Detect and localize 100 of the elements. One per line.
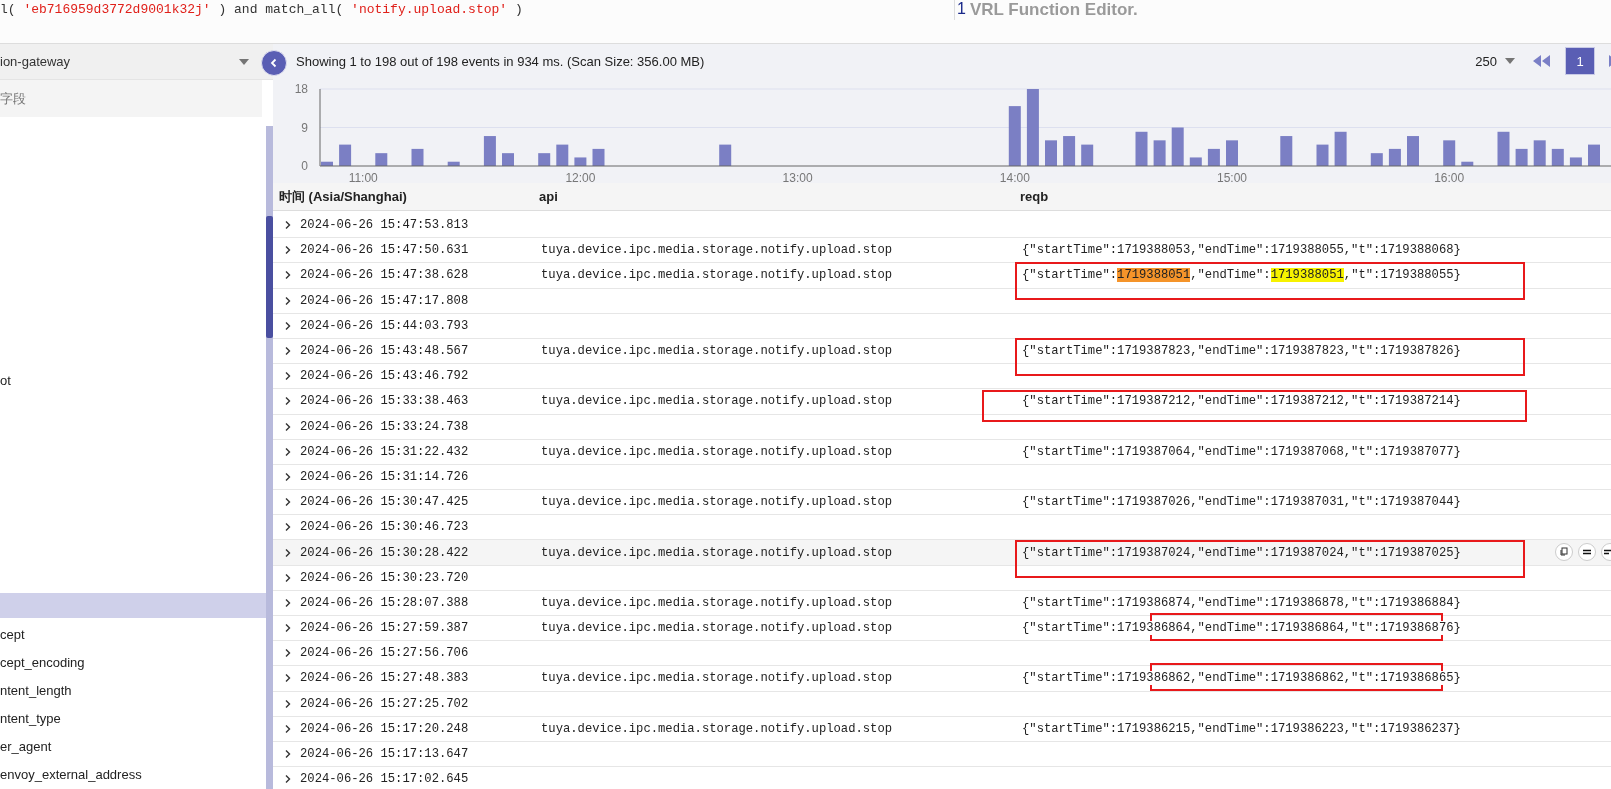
query-editor[interactable]: l( 'eb716959d3772d9001k32j' ) and match_all( 'notify.upload.stop' ) bbox=[0, 0, 955, 20]
table-row[interactable]: 2024-06-26 15:43:48.567 tuya.device.ipc.media.storage.notify.upload.stop {"startTime":1719387823,"endTime":1719387823,"t":1719387826} bbox=[273, 338, 1611, 365]
histogram-bar[interactable] bbox=[1316, 144, 1329, 166]
histogram-bar[interactable] bbox=[1171, 127, 1184, 166]
histogram-bar[interactable] bbox=[574, 157, 587, 166]
histogram-bar[interactable] bbox=[1515, 148, 1528, 166]
histogram-bar[interactable] bbox=[1135, 131, 1148, 166]
histogram-bar[interactable] bbox=[1461, 161, 1474, 166]
table-row[interactable]: 2024-06-26 15:30:47.425 tuya.device.ipc.media.storage.notify.upload.stop {"startTime":1719387026,"endTime":1719387031,"t":1719387044} bbox=[273, 490, 1611, 516]
equals-icon[interactable] bbox=[1578, 543, 1596, 562]
field-item[interactable]: ntent_type bbox=[0, 705, 266, 733]
histogram-bar[interactable] bbox=[1207, 148, 1220, 166]
histogram-bar[interactable] bbox=[483, 136, 496, 166]
expand-chevron-icon[interactable] bbox=[284, 295, 292, 306]
histogram-bar[interactable] bbox=[1280, 136, 1293, 166]
table-row[interactable]: 2024-06-26 15:31:14.726 bbox=[273, 464, 1611, 491]
histogram-bar[interactable] bbox=[1008, 106, 1021, 166]
expand-chevron-icon[interactable] bbox=[284, 648, 292, 659]
histogram-bar[interactable] bbox=[1497, 131, 1510, 166]
expand-chevron-icon[interactable] bbox=[284, 421, 292, 432]
field-item[interactable]: cept_encoding bbox=[0, 649, 266, 677]
table-row[interactable]: 2024-06-26 15:30:23.720 bbox=[273, 565, 1611, 591]
histogram-bar[interactable] bbox=[1443, 140, 1456, 166]
expand-chevron-icon[interactable] bbox=[284, 471, 292, 482]
histogram-bar[interactable] bbox=[1588, 144, 1600, 166]
expand-chevron-icon[interactable] bbox=[284, 597, 292, 608]
table-row[interactable]: 2024-06-26 15:17:20.248 tuya.device.ipc.media.storage.notify.upload.stop {"startTime":1719386215,"endTime":1719386223,"t":1719386237} bbox=[273, 716, 1611, 742]
expand-chevron-icon[interactable] bbox=[284, 245, 292, 256]
expand-chevron-icon[interactable] bbox=[284, 396, 292, 407]
table-row[interactable]: 2024-06-26 15:17:02.645 bbox=[273, 767, 1611, 789]
table-cell-text: 2024-06-26 15:17:13.647 bbox=[300, 747, 470, 762]
table-row[interactable]: 2024-06-26 15:27:48.383 tuya.device.ipc.media.storage.notify.upload.stop {"startTime":1719386862,"endTime":1719386862,"t":1719386865} bbox=[273, 666, 1611, 692]
histogram-bar[interactable] bbox=[411, 148, 424, 166]
column-header[interactable]: reqb bbox=[1020, 189, 1611, 204]
expand-chevron-icon[interactable] bbox=[284, 346, 292, 357]
field-item[interactable]: er_agent bbox=[0, 733, 266, 761]
copy-icon[interactable] bbox=[1555, 543, 1573, 562]
column-header[interactable]: api bbox=[539, 189, 1020, 204]
page-button[interactable]: 1 bbox=[1565, 47, 1595, 75]
histogram-bar[interactable] bbox=[1063, 136, 1076, 166]
first-page-icon[interactable] bbox=[1533, 55, 1551, 67]
table-row[interactable]: 2024-06-26 15:28:07.388 tuya.device.ipc.media.storage.notify.upload.stop {"startTime":1719386874,"endTime":1719386878,"t":1719386884} bbox=[273, 590, 1611, 616]
table-row[interactable]: 2024-06-26 15:33:38.463 tuya.device.ipc.media.storage.notify.upload.stop {"startTime":1719387212,"endTime":1719387212,"t":1719387214} bbox=[273, 389, 1611, 415]
histogram-bar[interactable] bbox=[1388, 148, 1401, 166]
histogram-bar[interactable] bbox=[1045, 140, 1057, 166]
stream-select[interactable]: ion-gateway bbox=[0, 44, 273, 81]
field-item[interactable]: ntent_length bbox=[0, 677, 266, 705]
expand-chevron-icon[interactable] bbox=[284, 220, 292, 231]
table-row[interactable]: 2024-06-26 15:27:25.702 bbox=[273, 691, 1611, 717]
histogram-bar[interactable] bbox=[1153, 140, 1166, 166]
table-row[interactable]: 2024-06-26 15:27:56.706 bbox=[273, 641, 1611, 667]
y-tick-label: 9 bbox=[301, 120, 308, 135]
table-row[interactable]: 2024-06-26 15:27:59.387 tuya.device.ipc.media.storage.notify.upload.stop {"startTime":1719386864,"endTime":1719386864,"t":1719386876} bbox=[273, 616, 1611, 642]
field-item[interactable]: cept bbox=[0, 621, 266, 649]
histogram-bar[interactable] bbox=[339, 144, 352, 166]
histogram-bar[interactable] bbox=[1026, 89, 1039, 166]
field-item[interactable] bbox=[0, 593, 266, 618]
page-size-select[interactable]: 250 bbox=[1475, 53, 1515, 69]
line-number: 1 bbox=[957, 0, 966, 18]
table-row[interactable]: 2024-06-26 15:31:22.432 tuya.device.ipc.media.storage.notify.upload.stop {"startTime":1719387064,"endTime":1719387068,"t":1719387077} bbox=[273, 439, 1611, 465]
expand-chevron-icon[interactable] bbox=[284, 623, 292, 634]
field-item[interactable]: ot bbox=[0, 367, 266, 395]
table-row[interactable]: 2024-06-26 15:47:50.631 tuya.device.ipc.media.storage.notify.upload.stop {"startTime":1719388053,"endTime":1719388055,"t":1719388068} bbox=[273, 238, 1611, 264]
wrap-icon[interactable] bbox=[1601, 543, 1611, 562]
histogram-bar[interactable] bbox=[1081, 144, 1094, 166]
expand-chevron-icon[interactable] bbox=[284, 446, 292, 457]
table-row[interactable]: 2024-06-26 15:47:53.813 bbox=[273, 213, 1611, 239]
table-row[interactable]: 2024-06-26 15:47:17.808 bbox=[273, 288, 1611, 314]
expand-chevron-icon[interactable] bbox=[284, 774, 292, 785]
histogram-bar[interactable] bbox=[1334, 131, 1347, 166]
histogram-bar[interactable] bbox=[1533, 140, 1546, 166]
table-row[interactable]: 2024-06-26 15:43:46.792 bbox=[273, 364, 1611, 390]
scrollbar[interactable] bbox=[266, 126, 273, 789]
expand-chevron-icon[interactable] bbox=[284, 547, 292, 558]
histogram-bar[interactable] bbox=[1189, 157, 1202, 166]
table-row[interactable]: 2024-06-26 15:44:03.793 bbox=[273, 313, 1611, 339]
histogram-bar[interactable] bbox=[556, 144, 569, 166]
expand-chevron-icon[interactable] bbox=[284, 749, 292, 760]
histogram-bar[interactable] bbox=[1569, 157, 1582, 166]
expand-chevron-icon[interactable] bbox=[284, 698, 292, 709]
histogram-bar[interactable] bbox=[1551, 148, 1564, 166]
histogram-bar[interactable] bbox=[719, 144, 732, 166]
expand-chevron-icon[interactable] bbox=[284, 522, 292, 533]
expand-chevron-icon[interactable] bbox=[284, 371, 292, 382]
field-search[interactable]: 字段 bbox=[0, 80, 262, 117]
field-item[interactable]: envoy_external_address bbox=[0, 761, 266, 789]
histogram-bar[interactable] bbox=[592, 148, 605, 166]
column-header[interactable]: 时间 (Asia/Shanghai) bbox=[279, 187, 539, 206]
histogram-bar[interactable] bbox=[321, 161, 333, 166]
histogram-bar[interactable] bbox=[447, 161, 460, 166]
expand-chevron-icon[interactable] bbox=[284, 270, 292, 281]
table-row[interactable]: 2024-06-26 15:17:13.647 bbox=[273, 741, 1611, 768]
expand-chevron-icon[interactable] bbox=[284, 673, 292, 684]
table-cell-text: 2024-06-26 15:33:24.738 bbox=[300, 419, 470, 434]
table-row[interactable]: 2024-06-26 15:33:24.738 bbox=[273, 414, 1611, 440]
expand-chevron-icon[interactable] bbox=[284, 320, 292, 331]
expand-chevron-icon[interactable] bbox=[284, 497, 292, 508]
expand-chevron-icon[interactable] bbox=[284, 723, 292, 734]
expand-chevron-icon[interactable] bbox=[284, 572, 292, 583]
histogram-bar[interactable] bbox=[1226, 140, 1238, 166]
